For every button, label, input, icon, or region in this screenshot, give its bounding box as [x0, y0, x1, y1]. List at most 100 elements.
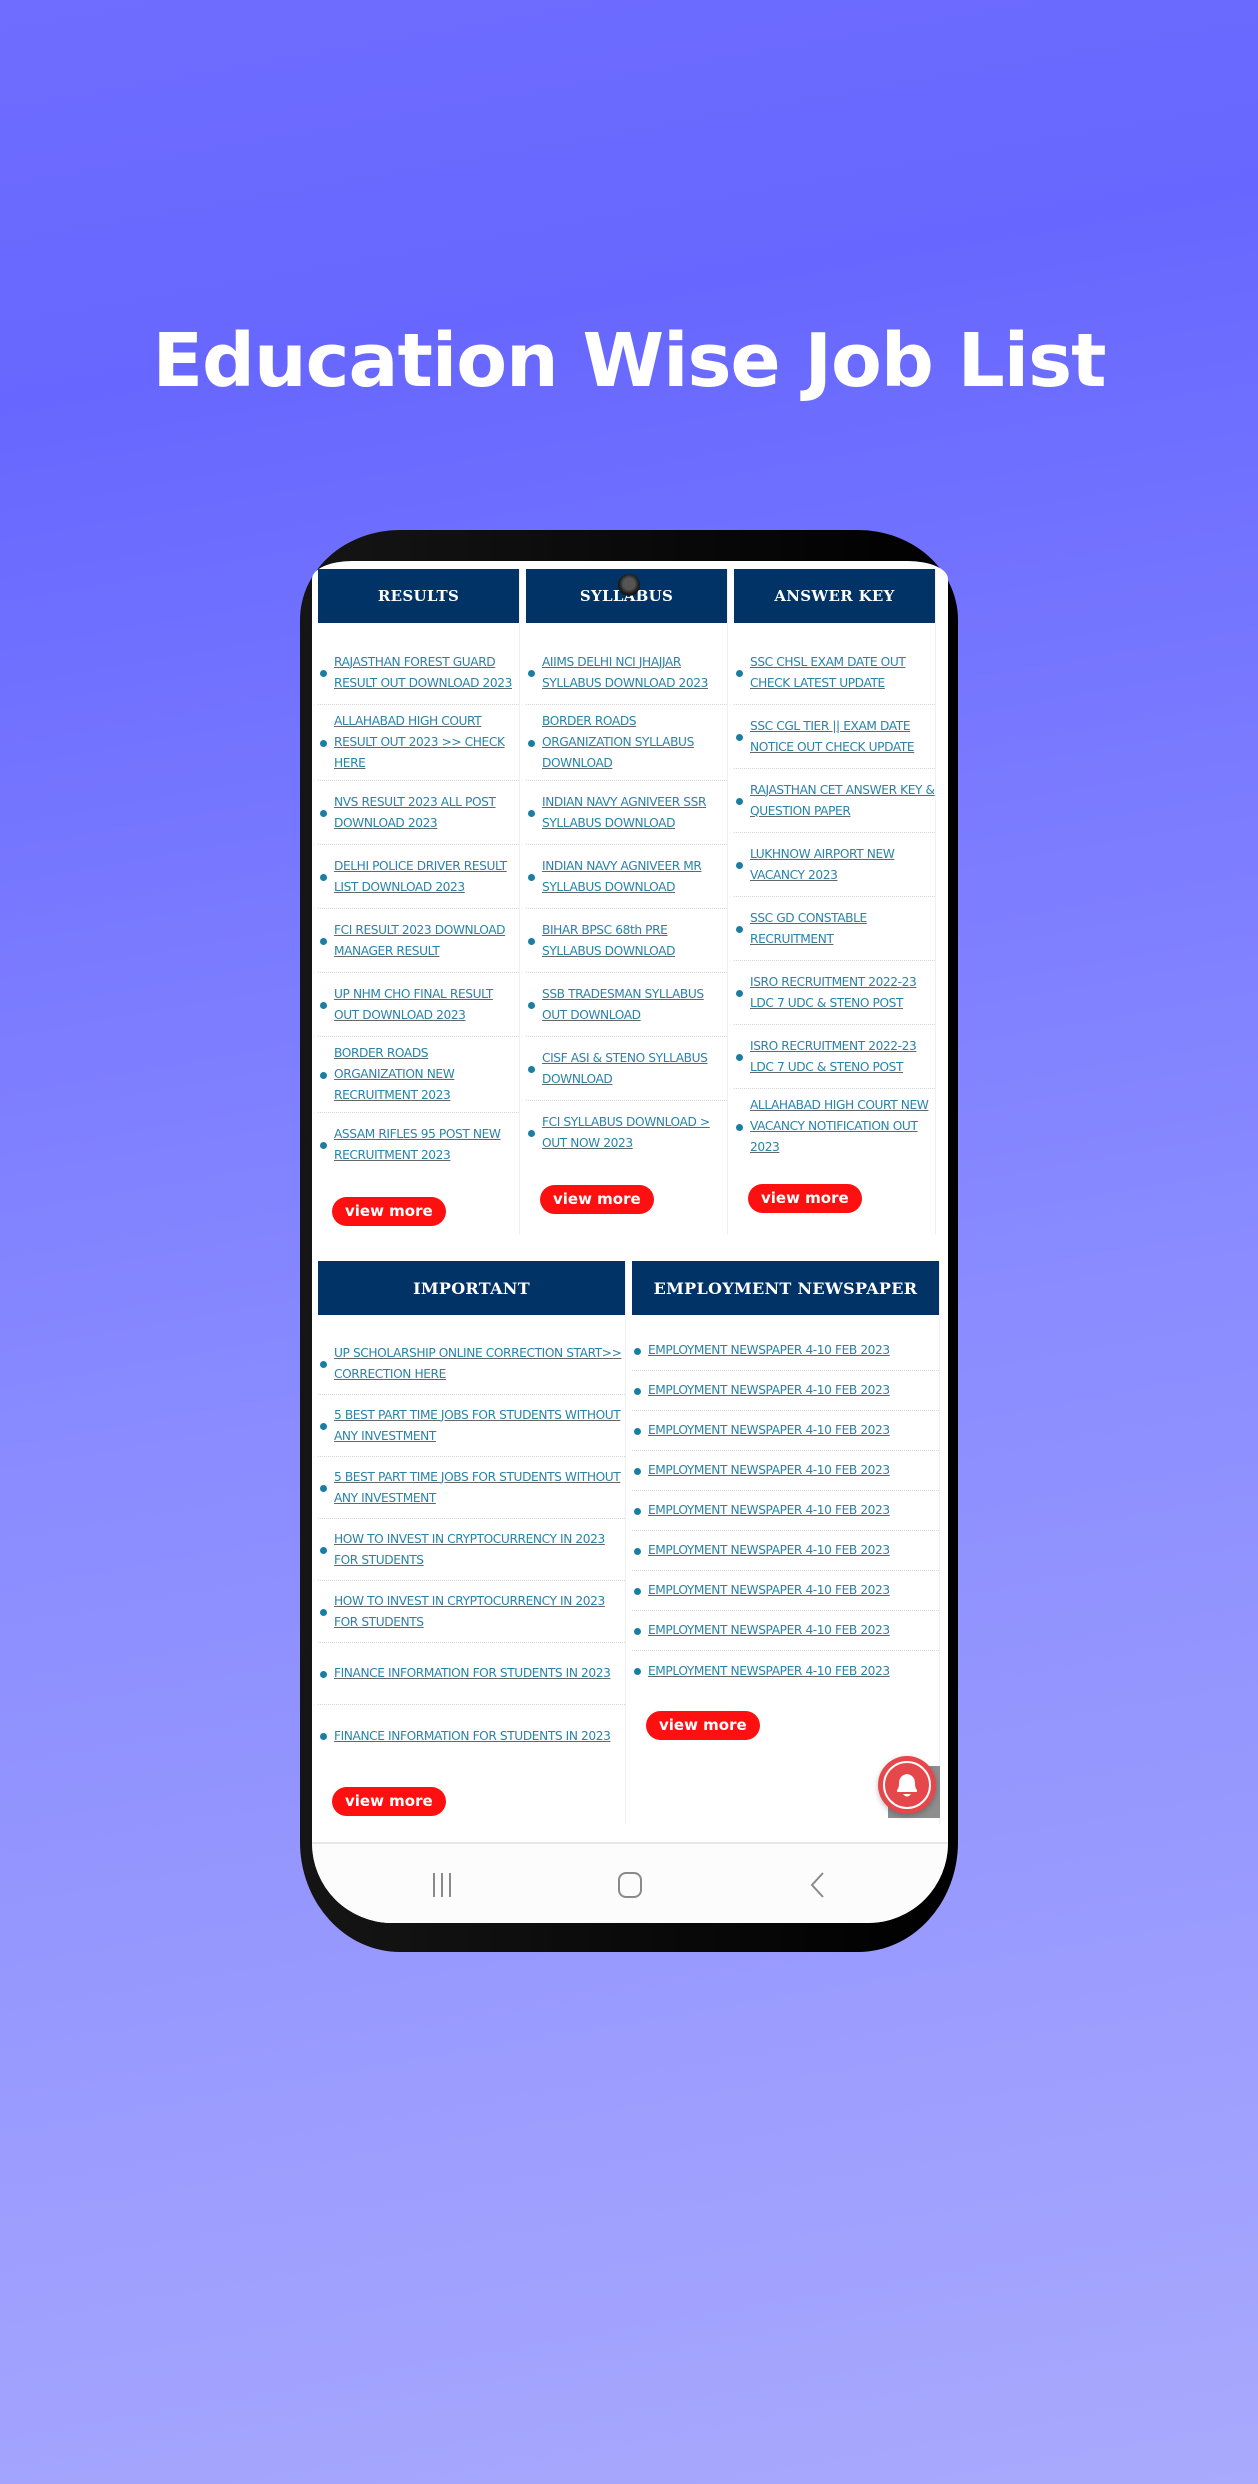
job-link[interactable]: FINANCE INFORMATION FOR STUDENTS IN 2023 [334, 1720, 611, 1753]
bullet-icon [634, 1347, 641, 1355]
list-item: EMPLOYMENT NEWSPAPER 4-10 FEB 2023 [632, 1491, 939, 1531]
bullet-icon [634, 1507, 641, 1515]
list-item: RAJASTHAN CET ANSWER KEY & QUESTION PAPE… [734, 769, 935, 833]
list-item: SSC CHSL EXAM DATE OUT CHECK LATEST UPDA… [734, 641, 935, 705]
job-link[interactable]: HOW TO INVEST IN CRYPTOCURRENCY IN 2023 … [334, 1585, 625, 1639]
job-link[interactable]: NVS RESULT 2023 ALL POST DOWNLOAD 2023 [334, 786, 519, 840]
bullet-icon [320, 739, 327, 747]
bullet-icon [736, 989, 743, 997]
bottom-sections: IMPORTANT UP SCHOLARSHIP ONLINE CORRECTI… [318, 1261, 942, 1824]
section-list: AIIMS DELHI NCI JHAJJAR SYLLABUS DOWNLOA… [526, 623, 727, 1165]
view-more-button[interactable]: view more [540, 1185, 654, 1214]
job-link[interactable]: EMPLOYMENT NEWSPAPER 4-10 FEB 2023 [648, 1655, 890, 1688]
job-link[interactable]: LUKHNOW AIRPORT NEW VACANCY 2023 [750, 838, 935, 892]
job-link[interactable]: ALLAHABAD HIGH COURT NEW VACANCY NOTIFIC… [750, 1089, 935, 1164]
job-link[interactable]: 5 BEST PART TIME JOBS FOR STUDENTS WITHO… [334, 1399, 625, 1453]
bullet-icon [736, 1123, 743, 1131]
list-item: ASSAM RIFLES 95 POST NEW RECRUITMENT 202… [318, 1113, 519, 1177]
job-link[interactable]: ISRO RECRUITMENT 2022-23 LDC 7 UDC & STE… [750, 1030, 935, 1084]
job-link[interactable]: RAJASTHAN CET ANSWER KEY & QUESTION PAPE… [750, 774, 935, 828]
bullet-icon [736, 669, 743, 677]
list-item: UP NHM CHO FINAL RESULT OUT DOWNLOAD 202… [318, 973, 519, 1037]
home-button[interactable] [610, 1868, 650, 1902]
list-item: SSB TRADESMAN SYLLABUS OUT DOWNLOAD [526, 973, 727, 1037]
job-link[interactable]: RAJASTHAN FOREST GUARD RESULT OUT DOWNLO… [334, 646, 519, 700]
list-item: EMPLOYMENT NEWSPAPER 4-10 FEB 2023 [632, 1411, 939, 1451]
section-header: EMPLOYMENT NEWSPAPER [632, 1261, 939, 1315]
job-link[interactable]: SSC GD CONSTABLE RECRUITMENT [750, 902, 935, 956]
list-item: SSC CGL TIER || EXAM DATE NOTICE OUT CHE… [734, 705, 935, 769]
back-button[interactable] [798, 1868, 838, 1902]
job-link[interactable]: HOW TO INVEST IN CRYPTOCURRENCY IN 2023 … [334, 1523, 625, 1577]
job-link[interactable]: INDIAN NAVY AGNIVEER SSR SYLLABUS DOWNLO… [542, 786, 727, 840]
job-link[interactable]: UP SCHOLARSHIP ONLINE CORRECTION START>>… [334, 1337, 625, 1391]
job-link[interactable]: BORDER ROADS ORGANIZATION NEW RECRUITMEN… [334, 1037, 519, 1112]
list-item: HOW TO INVEST IN CRYPTOCURRENCY IN 2023 … [318, 1581, 625, 1643]
job-link[interactable]: EMPLOYMENT NEWSPAPER 4-10 FEB 2023 [648, 1374, 890, 1407]
bullet-icon [320, 809, 327, 817]
job-link[interactable]: ASSAM RIFLES 95 POST NEW RECRUITMENT 202… [334, 1118, 519, 1172]
bullet-icon [736, 925, 743, 933]
job-link[interactable]: FCI RESULT 2023 DOWNLOAD MANAGER RESULT [334, 914, 519, 968]
list-item: CISF ASI & STENO SYLLABUS DOWNLOAD [526, 1037, 727, 1101]
front-camera-icon [618, 574, 640, 596]
job-link[interactable]: SSC CGL TIER || EXAM DATE NOTICE OUT CHE… [750, 710, 935, 764]
job-link[interactable]: BIHAR BPSC 68th PRE SYLLABUS DOWNLOAD [542, 914, 727, 968]
bullet-icon [528, 669, 535, 677]
job-link[interactable]: AIIMS DELHI NCI JHAJJAR SYLLABUS DOWNLOA… [542, 646, 727, 700]
view-more-button[interactable]: view more [748, 1184, 862, 1213]
important-section: IMPORTANT UP SCHOLARSHIP ONLINE CORRECTI… [318, 1261, 626, 1824]
bullet-icon [634, 1627, 641, 1635]
job-link[interactable]: FCI SYLLABUS DOWNLOAD > OUT NOW 2023 [542, 1106, 727, 1160]
section-header: IMPORTANT [318, 1261, 625, 1315]
list-item: FCI SYLLABUS DOWNLOAD > OUT NOW 2023 [526, 1101, 727, 1165]
job-link[interactable]: EMPLOYMENT NEWSPAPER 4-10 FEB 2023 [648, 1454, 890, 1487]
view-more-button[interactable]: view more [332, 1197, 446, 1226]
job-link[interactable]: ALLAHABAD HIGH COURT RESULT OUT 2023 >> … [334, 705, 519, 780]
section-header: ANSWER KEY [734, 569, 935, 623]
bullet-icon [320, 1071, 327, 1079]
bullet-icon [320, 1484, 327, 1492]
bullet-icon [528, 873, 535, 881]
list-item: EMPLOYMENT NEWSPAPER 4-10 FEB 2023 [632, 1611, 939, 1651]
bullet-icon [736, 1053, 743, 1061]
job-link[interactable]: 5 BEST PART TIME JOBS FOR STUDENTS WITHO… [334, 1461, 625, 1515]
job-link[interactable]: EMPLOYMENT NEWSPAPER 4-10 FEB 2023 [648, 1574, 890, 1607]
bullet-icon [634, 1587, 641, 1595]
job-link[interactable]: EMPLOYMENT NEWSPAPER 4-10 FEB 2023 [648, 1414, 890, 1447]
bullet-icon [634, 1467, 641, 1475]
job-link[interactable]: INDIAN NAVY AGNIVEER MR SYLLABUS DOWNLOA… [542, 850, 727, 904]
list-item: ALLAHABAD HIGH COURT NEW VACANCY NOTIFIC… [734, 1089, 935, 1164]
top-sections: RESULTS RAJASTHAN FOREST GUARD RESULT OU… [318, 569, 942, 1234]
list-item: EMPLOYMENT NEWSPAPER 4-10 FEB 2023 [632, 1531, 939, 1571]
view-more-button[interactable]: view more [332, 1787, 446, 1816]
job-link[interactable]: FINANCE INFORMATION FOR STUDENTS IN 2023 [334, 1657, 611, 1690]
job-link[interactable]: EMPLOYMENT NEWSPAPER 4-10 FEB 2023 [648, 1494, 890, 1527]
section-list: UP SCHOLARSHIP ONLINE CORRECTION START>>… [318, 1315, 625, 1767]
job-link[interactable]: UP NHM CHO FINAL RESULT OUT DOWNLOAD 202… [334, 978, 519, 1032]
list-item: UP SCHOLARSHIP ONLINE CORRECTION START>>… [318, 1333, 625, 1395]
bullet-icon [320, 1142, 327, 1149]
bell-icon [878, 1756, 936, 1814]
job-link[interactable]: EMPLOYMENT NEWSPAPER 4-10 FEB 2023 [648, 1614, 890, 1647]
list-item: NVS RESULT 2023 ALL POST DOWNLOAD 2023 [318, 781, 519, 845]
list-item: RAJASTHAN FOREST GUARD RESULT OUT DOWNLO… [318, 641, 519, 705]
job-link[interactable]: BORDER ROADS ORGANIZATION SYLLABUS DOWNL… [542, 705, 727, 780]
job-link[interactable]: SSB TRADESMAN SYLLABUS OUT DOWNLOAD [542, 978, 727, 1032]
list-item: BIHAR BPSC 68th PRE SYLLABUS DOWNLOAD [526, 909, 727, 973]
recents-button[interactable] [422, 1868, 462, 1902]
list-item: LUKHNOW AIRPORT NEW VACANCY 2023 [734, 833, 935, 897]
bullet-icon [634, 1427, 641, 1435]
home-icon [618, 1872, 642, 1898]
view-more-button[interactable]: view more [646, 1711, 760, 1740]
job-link[interactable]: ISRO RECRUITMENT 2022-23 LDC 7 UDC & STE… [750, 966, 935, 1020]
job-link[interactable]: EMPLOYMENT NEWSPAPER 4-10 FEB 2023 [648, 1534, 890, 1567]
job-link[interactable]: DELHI POLICE DRIVER RESULT LIST DOWNLOAD… [334, 850, 519, 904]
section-list: SSC CHSL EXAM DATE OUT CHECK LATEST UPDA… [734, 623, 935, 1164]
bullet-icon [634, 1547, 641, 1555]
job-link[interactable]: EMPLOYMENT NEWSPAPER 4-10 FEB 2023 [648, 1334, 890, 1367]
bullet-icon [634, 1668, 641, 1675]
job-link[interactable]: CISF ASI & STENO SYLLABUS DOWNLOAD [542, 1042, 727, 1096]
job-link[interactable]: SSC CHSL EXAM DATE OUT CHECK LATEST UPDA… [750, 646, 935, 700]
notification-button[interactable] [878, 1756, 940, 1818]
